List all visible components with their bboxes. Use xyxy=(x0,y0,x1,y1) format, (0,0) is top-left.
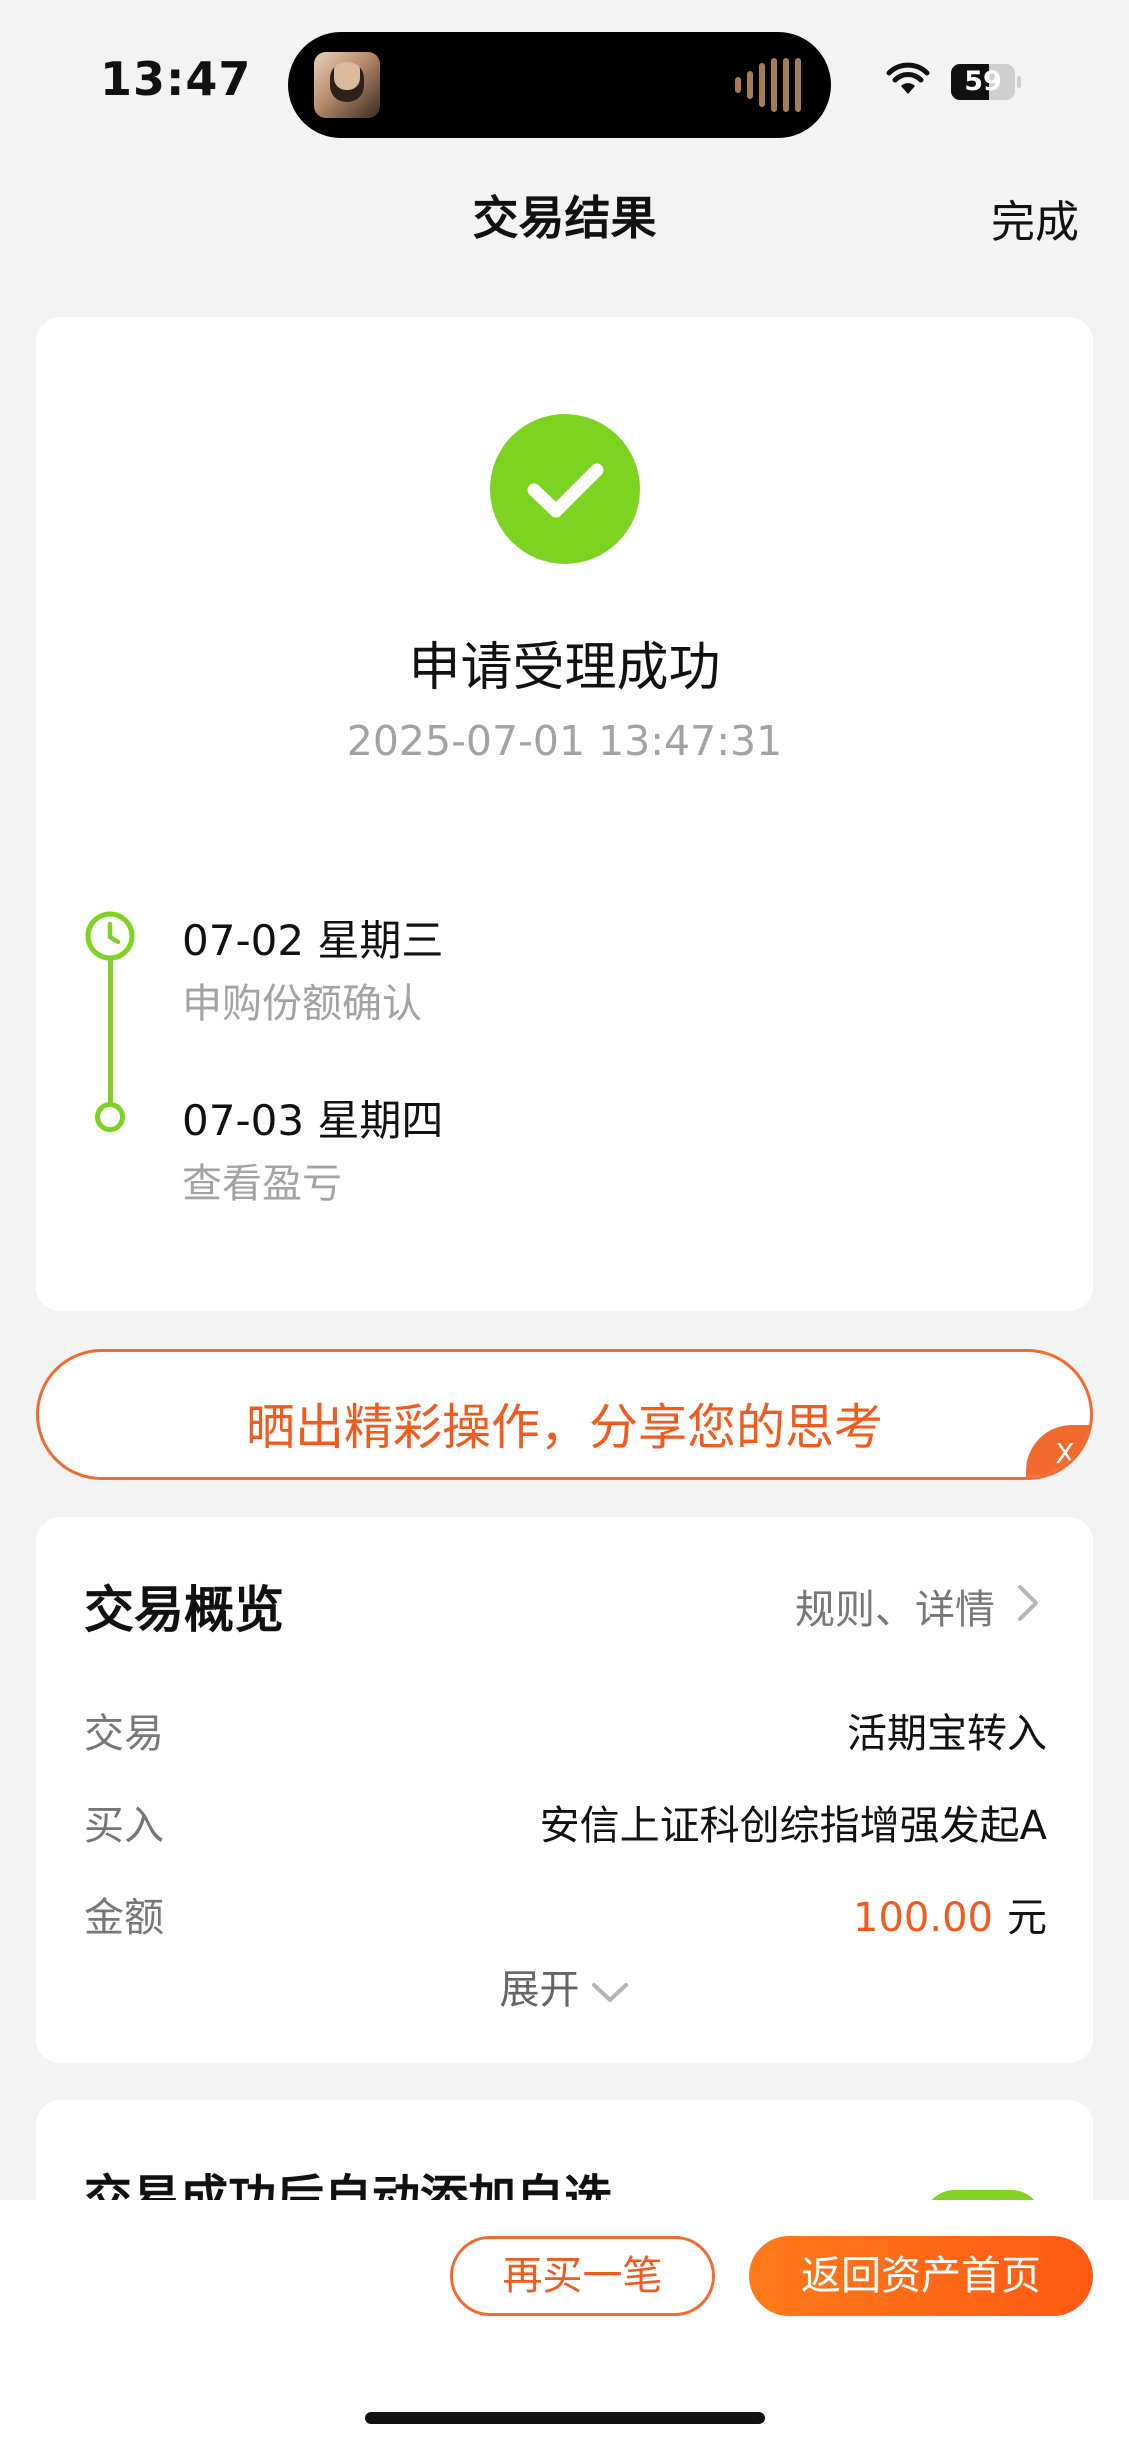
status-time: 13:47 xyxy=(100,52,252,106)
expand-label: 展开 xyxy=(499,1967,580,2013)
overview-card: 交易概览 规则、详情 交易 活期宝转入 买入 安信上证科创综指增强发起A 金额 … xyxy=(36,1517,1093,2063)
result-card: 申请受理成功 2025-07-01 13:47:31 07-02 星期三 申购份… xyxy=(36,317,1093,1311)
wifi-icon xyxy=(886,62,930,94)
status-bar: 13:47 59 xyxy=(0,0,1129,160)
row-value-trade: 活期宝转入 xyxy=(847,1711,1047,1757)
result-title: 申请受理成功 xyxy=(408,638,721,698)
row-value-amount: 100.00 元 xyxy=(853,1885,1047,1943)
row-label-trade: 交易 xyxy=(84,1711,164,1757)
amount-value: 100.00 xyxy=(853,1895,993,1941)
expand-button[interactable]: 展开 xyxy=(36,1957,1093,2015)
dynamic-island[interactable] xyxy=(288,32,831,138)
timeline-date: 07-02 星期三 xyxy=(182,916,444,965)
timeline-date: 07-03 星期四 xyxy=(182,1096,444,1145)
row-value-fund: 安信上证科创综指增强发起A xyxy=(539,1803,1047,1849)
rules-details-link[interactable]: 规则、详情 xyxy=(795,1577,995,1635)
overview-title: 交易概览 xyxy=(84,1581,284,1639)
page-title: 交易结果 xyxy=(472,191,657,245)
result-timestamp: 2025-07-01 13:47:31 xyxy=(346,717,783,765)
back-to-assets-button[interactable]: 返回资产首页 xyxy=(749,2236,1093,2316)
success-check-icon xyxy=(490,414,640,564)
clock-icon xyxy=(85,911,135,961)
timeline-dot xyxy=(95,1102,125,1132)
battery-icon: 59 xyxy=(951,64,1021,100)
buy-again-button[interactable]: 再买一笔 xyxy=(450,2236,715,2316)
row-label-buy: 买入 xyxy=(84,1803,164,1849)
battery-level: 59 xyxy=(964,66,1002,97)
done-button[interactable]: 完成 xyxy=(991,186,1079,250)
timeline-desc: 申购份额确认 xyxy=(182,981,422,1027)
row-label-amount: 金额 xyxy=(84,1895,164,1941)
home-indicator[interactable] xyxy=(365,2412,765,2424)
bottom-action-bar: 再买一笔 返回资产首页 xyxy=(0,2200,1129,2446)
share-banner-text: 晒出精彩操作，分享您的思考 xyxy=(245,1399,883,1456)
live-activity-avatar xyxy=(314,52,380,118)
chevron-down-icon xyxy=(591,1983,628,2002)
timeline-desc: 查看盈亏 xyxy=(182,1161,342,1207)
chevron-right-icon[interactable] xyxy=(1015,1583,1041,1623)
share-banner[interactable]: 晒出精彩操作，分享您的思考 X xyxy=(36,1349,1093,1480)
audio-waveform-icon xyxy=(735,56,801,114)
amount-unit: 元 xyxy=(1007,1895,1047,1941)
